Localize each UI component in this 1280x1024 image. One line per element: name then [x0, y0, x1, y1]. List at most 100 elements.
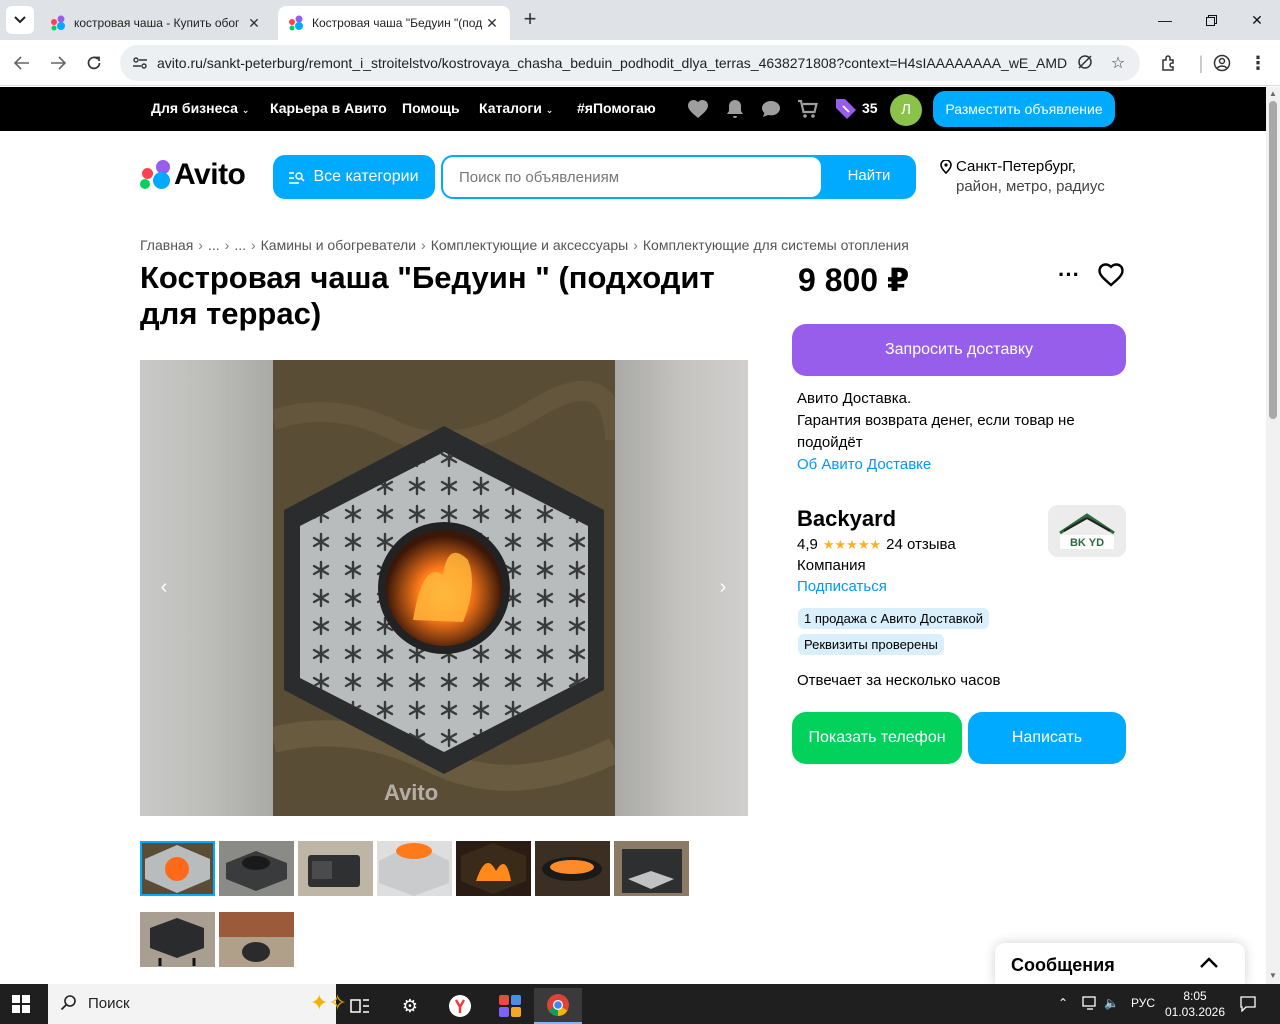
nav-business[interactable]: Для бизнеса ⌄: [151, 100, 249, 116]
network-icon[interactable]: [1082, 996, 1098, 1013]
all-categories-label: Все категории: [313, 168, 419, 185]
thumbnail-9[interactable]: [219, 912, 294, 967]
avito-logo-dots-icon: [140, 160, 172, 190]
breadcrumb: Главная ›... ›... › Камины и обогреватели › Ко…: [140, 237, 909, 253]
main-photo[interactable]: [273, 360, 615, 816]
write-message-button[interactable]: Написать: [968, 712, 1126, 764]
breadcrumb-item[interactable]: Комплектующие для системы отопления: [643, 237, 909, 253]
scrollbar-thumb[interactable]: [1269, 101, 1277, 419]
thumbnail-4[interactable]: [377, 841, 452, 896]
breadcrumb-item[interactable]: Камины и обогреватели: [261, 237, 416, 253]
delivery-info: Авито Доставка. Гарантия возврата денег,…: [797, 388, 1097, 476]
photo-gallery[interactable]: ‹ › Avito: [140, 360, 748, 816]
thumbnail-2[interactable]: [219, 841, 294, 896]
rating-value: 4,9: [797, 536, 818, 553]
wallet-ticket-icon[interactable]: [834, 97, 858, 121]
nav-career[interactable]: Карьера в Авито: [270, 100, 387, 116]
tab-title: Костровая чаша "Бедуин "(под: [312, 16, 483, 30]
thumbnail-8[interactable]: [140, 912, 215, 967]
scroll-up-arrow-icon[interactable]: ▲: [1268, 89, 1278, 98]
wallet-count[interactable]: 35: [862, 100, 878, 116]
breadcrumb-separator: ›: [224, 237, 230, 253]
profile-icon[interactable]: [1211, 52, 1233, 74]
new-tab-button[interactable]: +: [518, 8, 542, 32]
gallery-next-arrow-icon[interactable]: ›: [713, 576, 733, 600]
tab-search-button[interactable]: [6, 6, 34, 34]
volume-icon[interactable]: 🔈: [1104, 996, 1119, 1010]
thumbnail-3[interactable]: [298, 841, 373, 896]
more-options-icon[interactable]: ···: [1055, 262, 1083, 287]
seller-logo[interactable]: BK YD: [1048, 505, 1126, 557]
badge-verified: Реквизиты проверены: [798, 634, 944, 655]
scroll-down-arrow-icon[interactable]: ▼: [1268, 971, 1278, 980]
site-settings-icon[interactable]: [132, 55, 148, 71]
chevron-down-icon: ⌄: [241, 105, 250, 115]
reload-icon[interactable]: [80, 49, 108, 77]
search-button[interactable]: Найти: [822, 155, 916, 199]
breadcrumb-item[interactable]: Главная: [140, 237, 193, 253]
url-text[interactable]: avito.ru/sankt-peterburg/remont_i_stroit…: [157, 55, 1067, 71]
gallery-prev-arrow-icon[interactable]: ‹: [154, 576, 174, 600]
close-tab-icon[interactable]: ✕: [484, 15, 500, 31]
breadcrumb-item[interactable]: Комплектующие и аксессуары: [431, 237, 629, 253]
settings-gear-icon[interactable]: ⚙: [386, 988, 434, 1024]
bookmark-star-icon[interactable]: ☆: [1108, 53, 1128, 73]
favorites-heart-icon[interactable]: [686, 97, 710, 121]
messages-chat-icon[interactable]: [759, 97, 783, 121]
nav-catalogs[interactable]: Каталоги ⌄: [479, 100, 553, 116]
chrome-icon[interactable]: [534, 988, 582, 1024]
notifications-bell-icon[interactable]: [723, 97, 747, 121]
app-grid-icon[interactable]: [486, 988, 534, 1024]
seller-name[interactable]: Backyard: [797, 506, 896, 532]
close-tab-icon[interactable]: ✕: [246, 15, 262, 31]
about-delivery-link[interactable]: Об Авито Доставке: [797, 454, 1097, 476]
breadcrumb-separator: ›: [250, 237, 256, 253]
avito-logo[interactable]: Avito: [140, 158, 246, 192]
thumbnail-6[interactable]: [535, 841, 610, 896]
breadcrumb-item[interactable]: ...: [234, 237, 246, 253]
close-window-icon[interactable]: ✕: [1234, 0, 1280, 40]
yandex-browser-icon[interactable]: [436, 988, 484, 1024]
request-delivery-button[interactable]: Запросить доставку: [792, 324, 1126, 376]
thumbnail-7[interactable]: [614, 841, 689, 896]
rating-stars-icon: ★★★★★: [822, 536, 882, 552]
windows-start-icon[interactable]: [12, 995, 30, 1013]
post-ad-button[interactable]: Разместить объявление: [933, 91, 1115, 127]
all-categories-button[interactable]: Все категории: [273, 155, 435, 199]
task-view-icon[interactable]: [336, 988, 384, 1024]
browser-tab-1[interactable]: костровая чаша - Купить обог ✕: [40, 6, 272, 40]
reviews-link[interactable]: 24 отзыва: [886, 536, 956, 553]
extensions-icon[interactable]: [1158, 52, 1180, 74]
tracking-blocked-icon[interactable]: [1075, 53, 1095, 73]
browser-menu-icon[interactable]: ⋮: [1247, 52, 1269, 74]
browser-tab-2[interactable]: Костровая чаша "Бедуин "(под ✕: [278, 6, 510, 40]
show-phone-button[interactable]: Показать телефон: [792, 712, 962, 764]
delivery-line-1: Авито Доставка.: [797, 390, 912, 407]
address-bar[interactable]: avito.ru/sankt-peterburg/remont_i_stroit…: [120, 45, 1140, 81]
taskbar-search[interactable]: Поиск ✦✧: [48, 984, 347, 1024]
thumbnail-5[interactable]: [456, 841, 531, 896]
subscribe-link[interactable]: Подписаться: [797, 578, 887, 595]
messages-panel[interactable]: Сообщения: [995, 943, 1245, 984]
back-arrow-icon[interactable]: [8, 49, 36, 77]
taskbar-clock[interactable]: 8:05 01.03.2026: [1160, 988, 1230, 1020]
user-avatar[interactable]: Л: [890, 94, 922, 126]
cart-icon[interactable]: [796, 97, 820, 121]
add-to-favorites-heart-icon[interactable]: [1097, 262, 1125, 288]
forward-arrow-icon[interactable]: [44, 49, 72, 77]
search-input[interactable]: [443, 157, 821, 197]
notifications-icon[interactable]: [1240, 996, 1256, 1015]
browser-toolbar: avito.ru/sankt-peterburg/remont_i_stroit…: [0, 40, 1280, 86]
thumbnail-1[interactable]: [140, 841, 215, 896]
nav-i-help[interactable]: #яПомогаю: [577, 100, 656, 116]
restore-icon[interactable]: [1188, 0, 1234, 40]
page-scrollbar[interactable]: ▲ ▼: [1266, 87, 1280, 984]
language-indicator[interactable]: РУС: [1131, 996, 1155, 1010]
chevron-up-icon[interactable]: [1197, 953, 1221, 973]
minimize-icon[interactable]: —: [1142, 0, 1188, 40]
search-bar: Найти: [441, 155, 916, 199]
breadcrumb-item[interactable]: ...: [208, 237, 220, 253]
nav-help[interactable]: Помощь: [402, 100, 460, 116]
location-city: Санкт-Петербург,: [956, 158, 1076, 175]
tray-chevron-up-icon[interactable]: ⌃: [1058, 996, 1068, 1010]
